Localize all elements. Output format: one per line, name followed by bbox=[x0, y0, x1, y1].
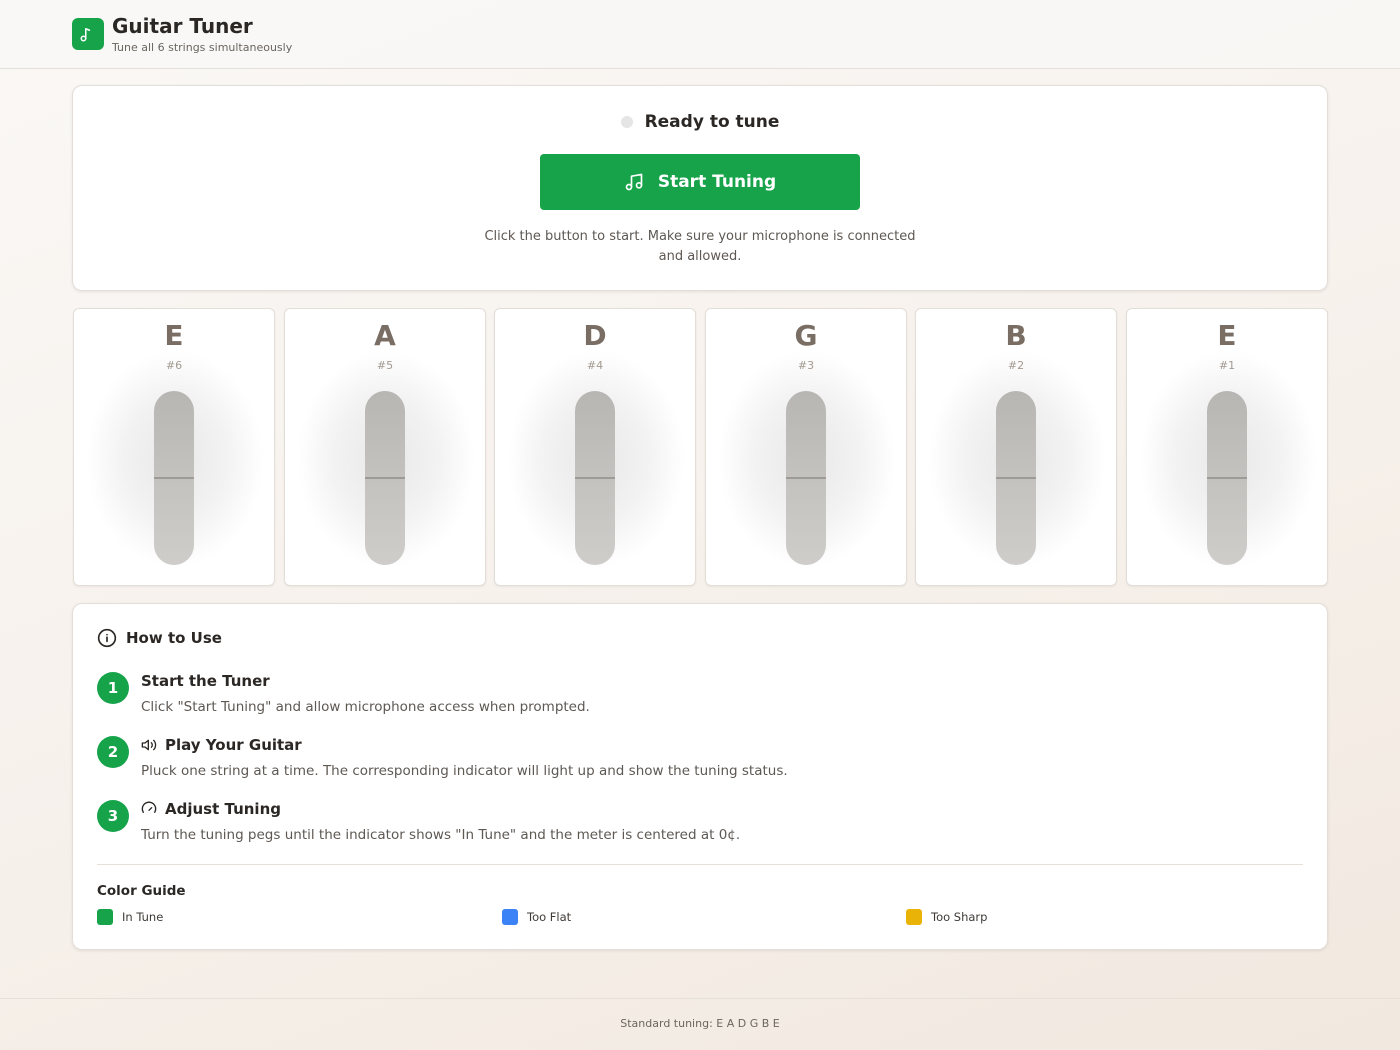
string-number: #2 bbox=[1007, 359, 1025, 372]
meter-center-line bbox=[786, 477, 826, 479]
string-card: A #5 bbox=[284, 308, 486, 586]
string-number: #4 bbox=[586, 359, 604, 372]
step-title-row: Start the Tuner bbox=[141, 672, 270, 690]
string-number: #6 bbox=[165, 359, 183, 372]
step-title-row: Adjust Tuning bbox=[141, 800, 281, 818]
status-dot bbox=[620, 116, 633, 128]
step-badge: 3 bbox=[97, 800, 129, 832]
start-tuning-button[interactable]: Start Tuning bbox=[540, 154, 860, 210]
start-hint: Click the button to start. Make sure you… bbox=[484, 229, 916, 264]
step-badge: 2 bbox=[97, 736, 129, 768]
info-icon bbox=[97, 628, 117, 648]
string-note: B bbox=[1005, 319, 1027, 352]
how-to-use-card: How to Use 1 Start the Tuner Click "Star… bbox=[72, 603, 1328, 950]
step-title: Adjust Tuning bbox=[165, 800, 281, 818]
meter-center-line bbox=[575, 477, 615, 479]
step-badge: 1 bbox=[97, 672, 129, 704]
legend-too-flat: Too Flat bbox=[502, 909, 571, 925]
music-notes-icon bbox=[625, 173, 643, 191]
music-note-icon bbox=[80, 28, 91, 42]
tuning-meter bbox=[786, 391, 826, 565]
step-title-row: Play Your Guitar bbox=[141, 736, 302, 754]
legend-label: In Tune bbox=[122, 910, 164, 924]
meter-center-line bbox=[1207, 477, 1247, 479]
meter-center-line bbox=[154, 477, 194, 479]
meter-center-line bbox=[996, 477, 1036, 479]
string-number: #3 bbox=[797, 359, 815, 372]
divider bbox=[97, 864, 1303, 865]
legend-too-sharp: Too Sharp bbox=[906, 909, 987, 925]
tuning-meter bbox=[575, 391, 615, 565]
app-title: Guitar Tuner bbox=[112, 14, 253, 38]
string-number: #1 bbox=[1218, 359, 1236, 372]
string-card: G #3 bbox=[705, 308, 907, 586]
app-subtitle: Tune all 6 strings simultaneously bbox=[112, 41, 293, 54]
app-logo bbox=[72, 18, 104, 50]
legend-swatch bbox=[502, 909, 518, 925]
color-guide-title: Color Guide bbox=[97, 883, 186, 899]
speaker-icon bbox=[141, 739, 157, 751]
string-note: A bbox=[374, 319, 396, 352]
legend-in-tune: In Tune bbox=[97, 909, 163, 925]
how-to-use-title: How to Use bbox=[126, 629, 222, 647]
page-footer: Standard tuning: E A D G B E bbox=[0, 998, 1400, 1050]
status-text: Ready to tune bbox=[644, 112, 780, 132]
string-note: E bbox=[164, 319, 184, 352]
legend-swatch bbox=[906, 909, 922, 925]
string-number: #5 bbox=[376, 359, 394, 372]
meter-center-line bbox=[365, 477, 405, 479]
start-tuning-label: Start Tuning bbox=[657, 172, 777, 192]
tuning-meter bbox=[365, 391, 405, 565]
step-title: Play Your Guitar bbox=[165, 736, 302, 754]
tuning-meter bbox=[1207, 391, 1247, 565]
string-card: E #6 bbox=[73, 308, 275, 586]
string-note: D bbox=[583, 319, 607, 352]
legend-label: Too Flat bbox=[527, 910, 572, 924]
string-note: G bbox=[794, 319, 818, 352]
string-note: E bbox=[1217, 319, 1237, 352]
string-card: D #4 bbox=[494, 308, 696, 586]
legend-swatch bbox=[97, 909, 113, 925]
step-description: Click "Start Tuning" and allow microphon… bbox=[141, 699, 590, 715]
string-card: E #1 bbox=[1126, 308, 1328, 586]
app-header: Guitar Tuner Tune all 6 strings simultan… bbox=[0, 0, 1400, 69]
tuning-meter bbox=[996, 391, 1036, 565]
tuning-meter bbox=[154, 391, 194, 565]
step-description: Turn the tuning pegs until the indicator… bbox=[141, 827, 741, 843]
legend-label: Too Sharp bbox=[931, 910, 988, 924]
step-description: Pluck one string at a time. The correspo… bbox=[141, 763, 788, 779]
footer-text: Standard tuning: E A D G B E bbox=[620, 1017, 780, 1030]
string-card: B #2 bbox=[915, 308, 1117, 586]
step-title: Start the Tuner bbox=[141, 672, 270, 690]
status-row: Ready to tune bbox=[0, 112, 1400, 132]
gauge-icon bbox=[141, 801, 157, 813]
how-to-use-header: How to Use bbox=[97, 628, 222, 648]
